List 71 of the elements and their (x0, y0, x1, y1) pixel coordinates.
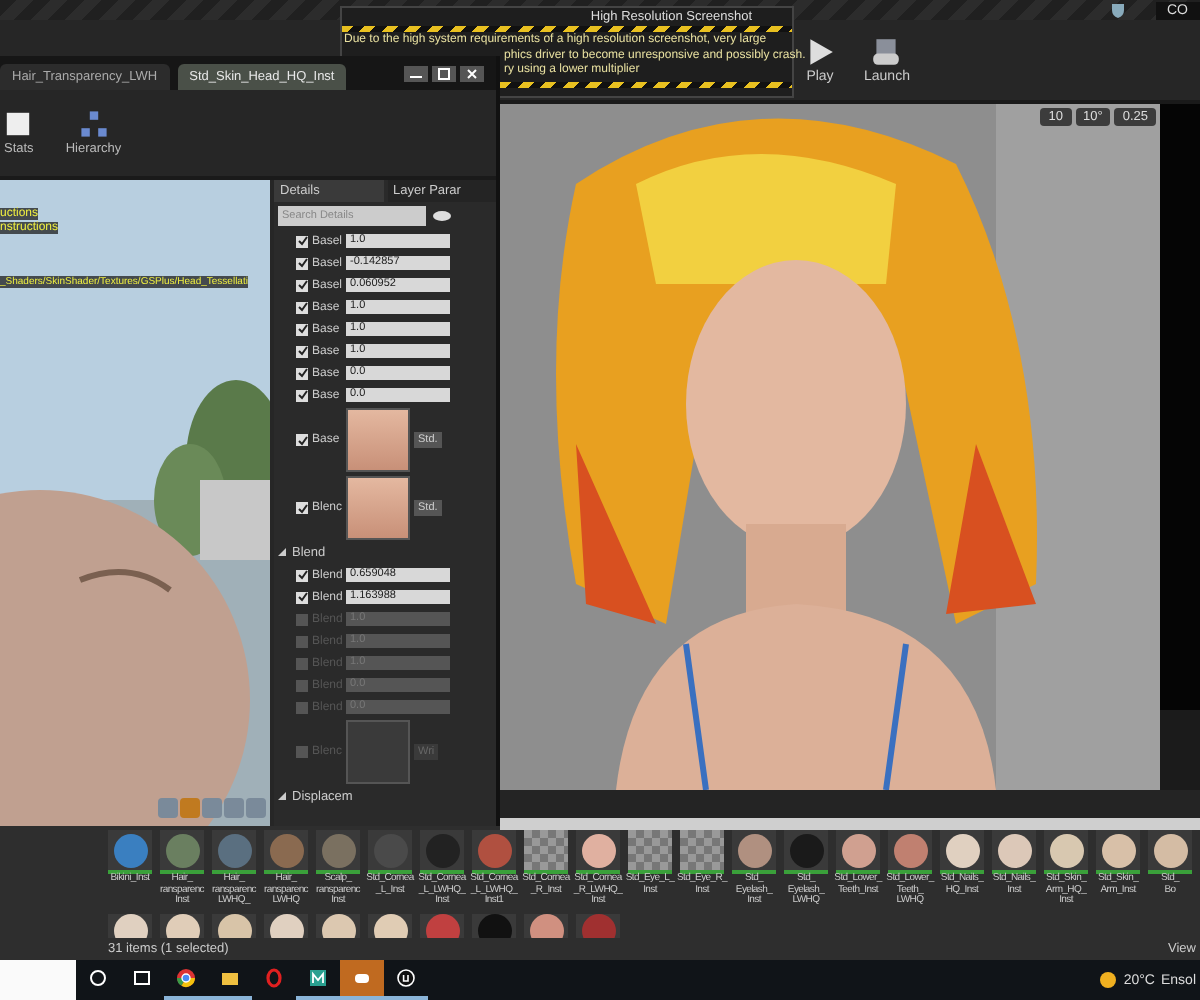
asset-thumbnail[interactable] (472, 830, 516, 874)
checkbox[interactable] (296, 679, 308, 691)
asset-thumbnail[interactable] (1044, 830, 1088, 874)
asset-thumbnail[interactable] (680, 830, 724, 874)
search-field[interactable] (0, 960, 76, 1000)
asset-thumbnail[interactable] (316, 830, 360, 874)
monitor-gamepad-icon (868, 36, 905, 68)
asset-thumbnail[interactable] (524, 830, 568, 874)
asset-thumbnail[interactable] (316, 914, 360, 938)
sun-icon (1097, 970, 1118, 990)
asset-thumbnail[interactable] (472, 914, 516, 938)
asset-thumbnail[interactable] (992, 830, 1036, 874)
asset-thumbnail[interactable] (368, 914, 412, 938)
hierarchy-icon (79, 110, 108, 138)
ring-icon (264, 968, 284, 988)
asset-thumbnail[interactable] (784, 830, 828, 874)
checkbox[interactable] (296, 591, 308, 603)
asset-thumbnail[interactable] (940, 830, 984, 874)
folder-icon (220, 968, 240, 988)
checkbox[interactable] (296, 301, 308, 313)
checkbox[interactable] (296, 323, 308, 335)
task-view-icon (132, 968, 152, 988)
unreal-logo-icon (396, 968, 416, 988)
maximize-icon (432, 65, 456, 81)
asset-thumbnail[interactable] (1148, 830, 1192, 874)
asset-thumbnail[interactable] (160, 914, 204, 938)
checkbox[interactable] (296, 746, 308, 758)
play-icon (804, 36, 836, 68)
shield-icon (1107, 0, 1127, 20)
checkbox[interactable] (296, 257, 308, 269)
collapse-arrow-icon (278, 548, 288, 558)
asset-thumbnail[interactable] (212, 830, 256, 874)
asset-thumbnail[interactable] (264, 914, 308, 938)
search-icon (88, 968, 108, 988)
checkbox[interactable] (296, 235, 308, 247)
checkbox[interactable] (296, 569, 308, 581)
checkbox[interactable] (296, 502, 308, 514)
asset-thumbnail[interactable] (420, 914, 464, 938)
browser-icon (176, 968, 196, 988)
asset-thumbnail[interactable] (524, 914, 568, 938)
checkbox[interactable] (296, 657, 308, 669)
checkbox[interactable] (296, 389, 308, 401)
asset-thumbnail[interactable] (160, 830, 204, 874)
asset-thumbnail[interactable] (264, 830, 308, 874)
checkbox[interactable] (296, 635, 308, 647)
asset-thumbnail[interactable] (576, 914, 620, 938)
close-icon (460, 65, 484, 81)
asset-thumbnail[interactable] (628, 830, 672, 874)
asset-thumbnail[interactable] (1096, 830, 1140, 874)
minimize-icon (404, 65, 428, 81)
m-logo-icon (308, 968, 328, 988)
asset-thumbnail[interactable] (368, 830, 412, 874)
checkbox[interactable] (296, 345, 308, 357)
checkbox[interactable] (296, 613, 308, 625)
asset-thumbnail[interactable] (108, 830, 152, 874)
eye-icon (432, 206, 452, 226)
texture-swatch[interactable] (346, 720, 410, 784)
asset-thumbnail[interactable] (212, 914, 256, 938)
checkbox[interactable] (296, 701, 308, 713)
texture-swatch[interactable] (346, 408, 410, 472)
checkbox[interactable] (296, 434, 308, 446)
checkbox[interactable] (296, 367, 308, 379)
asset-thumbnail[interactable] (888, 830, 932, 874)
texture-swatch[interactable] (346, 476, 410, 540)
asset-thumbnail[interactable] (732, 830, 776, 874)
collapse-arrow-icon (278, 792, 288, 802)
asset-thumbnail[interactable] (108, 914, 152, 938)
asset-thumbnail[interactable] (576, 830, 620, 874)
asset-thumbnail[interactable] (420, 830, 464, 874)
checkbox[interactable] (296, 279, 308, 291)
asset-thumbnail[interactable] (836, 830, 880, 874)
